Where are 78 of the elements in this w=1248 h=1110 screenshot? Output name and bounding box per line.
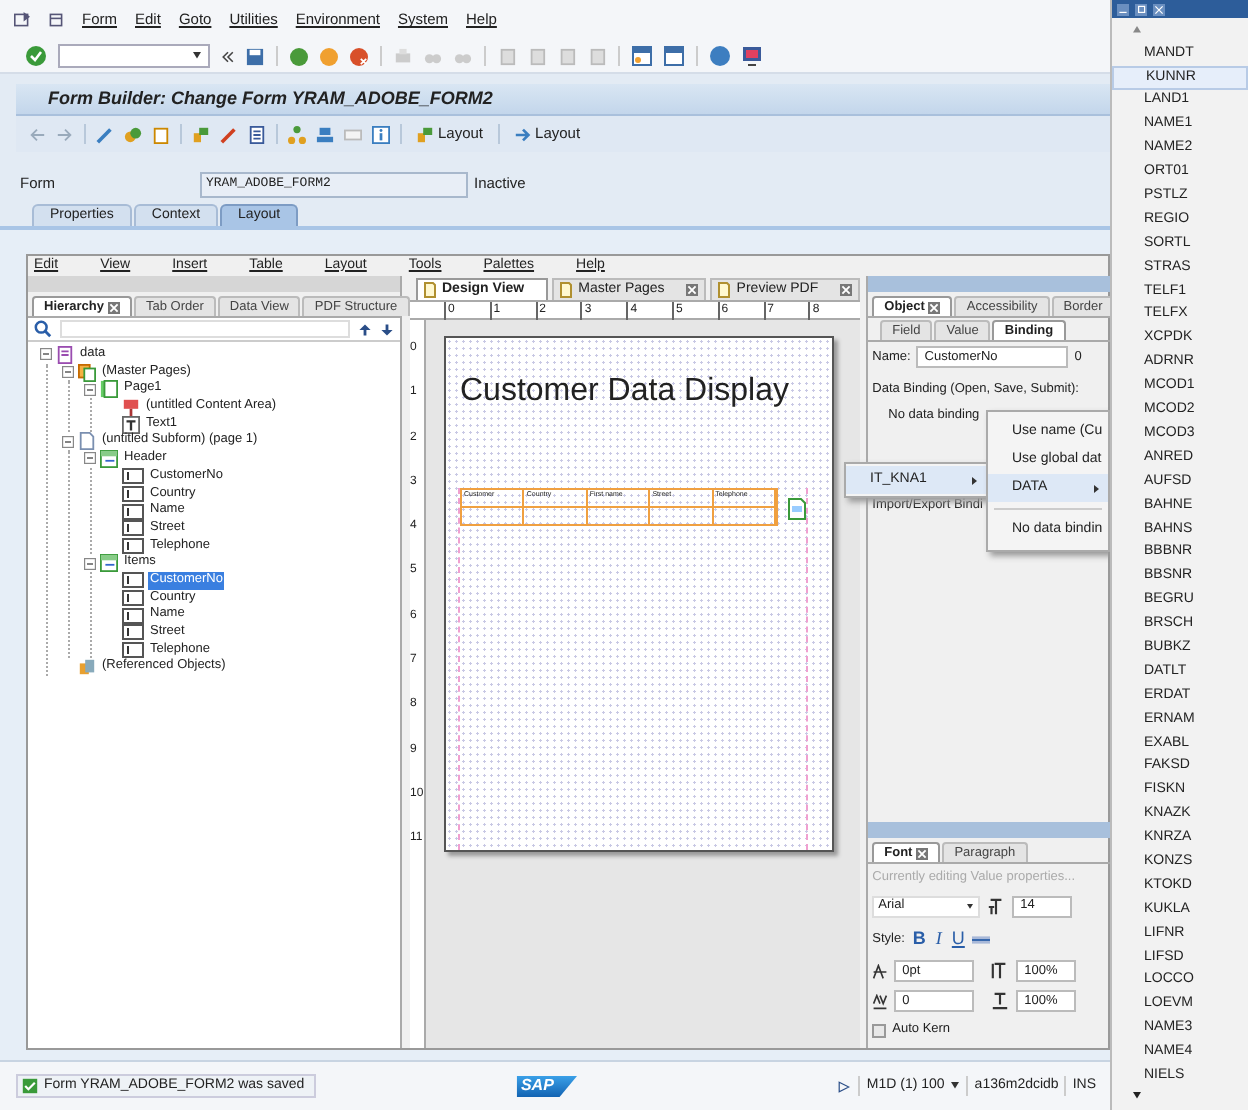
text-object-icon <box>122 415 140 434</box>
subform-icon <box>788 498 806 520</box>
close-icon[interactable] <box>108 301 120 313</box>
subform-icon <box>100 449 118 468</box>
text-field-icon <box>122 468 144 485</box>
form-icon[interactable] <box>248 125 266 143</box>
save-icon[interactable] <box>246 47 264 65</box>
collapse-icon[interactable] <box>84 383 96 396</box>
font-size-icon[interactable] <box>986 897 1007 916</box>
style-button[interactable]: U <box>949 925 967 953</box>
dropdown-icon[interactable] <box>950 1082 961 1090</box>
text-field-icon <box>122 589 144 606</box>
text-field-icon <box>122 503 144 520</box>
close-icon[interactable] <box>928 301 941 313</box>
text-field-icon <box>122 485 144 502</box>
checkbox[interactable] <box>872 1023 887 1038</box>
horizontal-scale-icon[interactable] <box>990 992 1011 1011</box>
kerning-icon[interactable] <box>872 993 889 1010</box>
text-field-icon <box>122 537 144 554</box>
strikethrough-icon[interactable] <box>972 933 991 945</box>
books-icon <box>78 658 96 677</box>
text-field-icon <box>122 520 144 537</box>
page-icon <box>718 282 731 298</box>
dropdown-icon <box>966 903 975 910</box>
submenu-arrow-icon <box>1092 483 1102 493</box>
search-field[interactable] <box>60 320 350 338</box>
dropdown-icon <box>192 52 202 60</box>
text-field-icon <box>122 572 144 589</box>
play-icon[interactable] <box>838 1079 851 1093</box>
pin-icon <box>122 397 140 416</box>
shortcut-icon[interactable] <box>664 46 684 66</box>
search-icon[interactable] <box>34 320 52 338</box>
success-icon <box>22 1078 38 1094</box>
scroll-up-icon[interactable] <box>1132 26 1142 34</box>
info-icon[interactable] <box>372 125 390 143</box>
window-title: Form Builder: Change Form YRAM_ADOBE_FORM2 <box>48 85 493 112</box>
monitor-icon[interactable] <box>742 46 762 66</box>
down-arrow-icon[interactable] <box>380 321 394 337</box>
command-field[interactable] <box>58 44 210 68</box>
text-field-icon <box>122 624 144 641</box>
close-icon[interactable] <box>840 284 853 296</box>
window-icon[interactable] <box>14 12 30 28</box>
submenu-arrow-icon <box>970 475 980 485</box>
enter-icon[interactable] <box>26 46 46 66</box>
style-button[interactable]: B <box>910 925 928 953</box>
scroll-down-icon[interactable] <box>1132 1092 1142 1101</box>
vertical-scale-icon[interactable] <box>990 962 1011 981</box>
double-chevron-icon[interactable] <box>222 49 234 63</box>
style-button[interactable]: I <box>933 925 944 953</box>
close-icon[interactable] <box>686 284 699 296</box>
page-heading: Customer Data Display <box>460 374 789 410</box>
arrow-icon <box>513 125 532 143</box>
activate-icon[interactable] <box>124 125 142 143</box>
text-field-icon <box>122 642 144 659</box>
collapse-icon[interactable] <box>84 557 96 570</box>
page-icon <box>100 380 118 399</box>
document-icon <box>56 345 74 364</box>
restore-icon[interactable] <box>1134 3 1148 15</box>
page-icon <box>424 282 436 298</box>
collapse-icon[interactable] <box>62 366 74 379</box>
close-icon[interactable] <box>916 847 929 859</box>
collapse-icon[interactable] <box>40 348 52 361</box>
tracking-icon[interactable] <box>872 963 889 980</box>
close-icon[interactable] <box>1152 3 1166 15</box>
subform-icon <box>100 554 118 573</box>
text-field-icon <box>122 607 144 624</box>
collapse-icon[interactable] <box>62 435 74 448</box>
page-icon <box>560 282 573 298</box>
pages-icon <box>78 363 96 382</box>
new-window-icon[interactable] <box>632 46 652 66</box>
up-arrow-icon[interactable] <box>358 321 372 337</box>
minimize-icon[interactable] <box>1116 3 1130 15</box>
page-icon <box>78 432 96 451</box>
customize-icon[interactable] <box>48 12 64 28</box>
collapse-icon[interactable] <box>84 452 96 465</box>
cancel-icon[interactable] <box>350 47 368 65</box>
sap-logo: SAP <box>516 1075 578 1097</box>
tree-icon[interactable] <box>288 125 306 143</box>
